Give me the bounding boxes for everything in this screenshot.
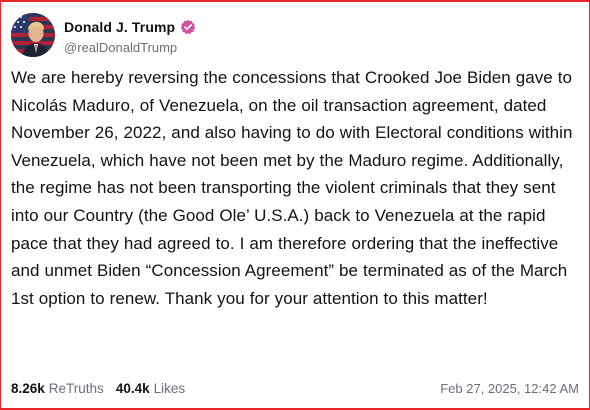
post-footer: 8.26k ReTruths 40.4k Likes Feb 27, 2025,…	[11, 378, 579, 398]
likes-label: Likes	[153, 380, 186, 396]
likes-count: 40.4k	[115, 380, 150, 396]
likes-stat[interactable]: 40.4k Likes	[116, 381, 185, 396]
author-name-row: Donald J. Trump	[64, 16, 196, 38]
verified-badge-icon	[180, 19, 196, 35]
avatar-image	[11, 13, 55, 57]
author-identity: Donald J. Trump @realDonaldTrump	[64, 16, 196, 55]
post-card: Donald J. Trump @realDonaldTrump We are …	[0, 0, 590, 410]
retruths-stat[interactable]: 8.26k ReTruths	[11, 381, 104, 396]
retruths-label: ReTruths	[48, 380, 104, 396]
post-header: Donald J. Trump @realDonaldTrump	[11, 11, 196, 59]
author-handle[interactable]: @realDonaldTrump	[64, 40, 196, 55]
retruths-count: 8.26k	[11, 380, 45, 396]
post-timestamp[interactable]: Feb 27, 2025, 12:42 AM	[440, 381, 579, 396]
avatar[interactable]	[11, 13, 55, 57]
author-display-name[interactable]: Donald J. Trump	[64, 19, 175, 35]
post-text: We are hereby reversing the concessions …	[11, 68, 573, 308]
